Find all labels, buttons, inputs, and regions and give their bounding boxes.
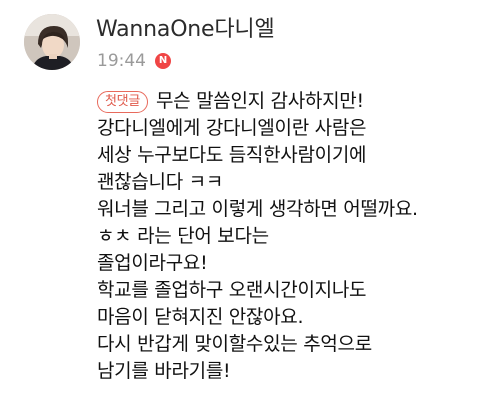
comment-line: 괜찮습니다 ㅋㅋ: [97, 171, 224, 193]
comment-line: 남기를 바라기를!: [97, 360, 231, 382]
profile-photo-icon: [24, 14, 80, 70]
first-comment-tag: 첫댓글: [97, 90, 148, 113]
comment-line: 다시 반갑게 맞이할수있는 추억으로: [97, 333, 372, 355]
new-badge: N: [155, 53, 171, 69]
comment-meta: 19:44 N: [97, 51, 171, 71]
comment-post: WannaOne다니엘 19:44 N 첫댓글 무슨 말씀인지 감사하지만! 강…: [0, 0, 480, 410]
comment-line: 첫댓글 무슨 말씀인지 감사하지만!: [97, 88, 468, 115]
comment-line: 학교를 졸업하구 오랜시간이지나도: [97, 279, 367, 301]
comment-line: 마음이 닫혀지진 안잖아요.: [97, 306, 304, 328]
comment-line: 졸업이라구요!: [97, 252, 208, 274]
comment-body: 첫댓글 무슨 말씀인지 감사하지만! 강다니엘에게 강다니엘이란 사람은 세상 …: [97, 88, 468, 385]
author-avatar[interactable]: [24, 14, 80, 70]
comment-line: 세상 누구보다도 듬직한사람이기에: [97, 144, 367, 166]
comment-line: 강다니엘에게 강다니엘이란 사람은: [97, 117, 367, 139]
author-name[interactable]: WannaOne다니엘: [96, 16, 275, 44]
comment-text: 무슨 말씀인지 감사하지만!: [155, 90, 364, 112]
comment-timestamp: 19:44: [97, 51, 146, 71]
comment-line: ㅎㅊ 라는 단어 보다는: [97, 225, 269, 247]
comment-line: 워너블 그리고 이렇게 생각하면 어떨까요.: [97, 198, 418, 220]
